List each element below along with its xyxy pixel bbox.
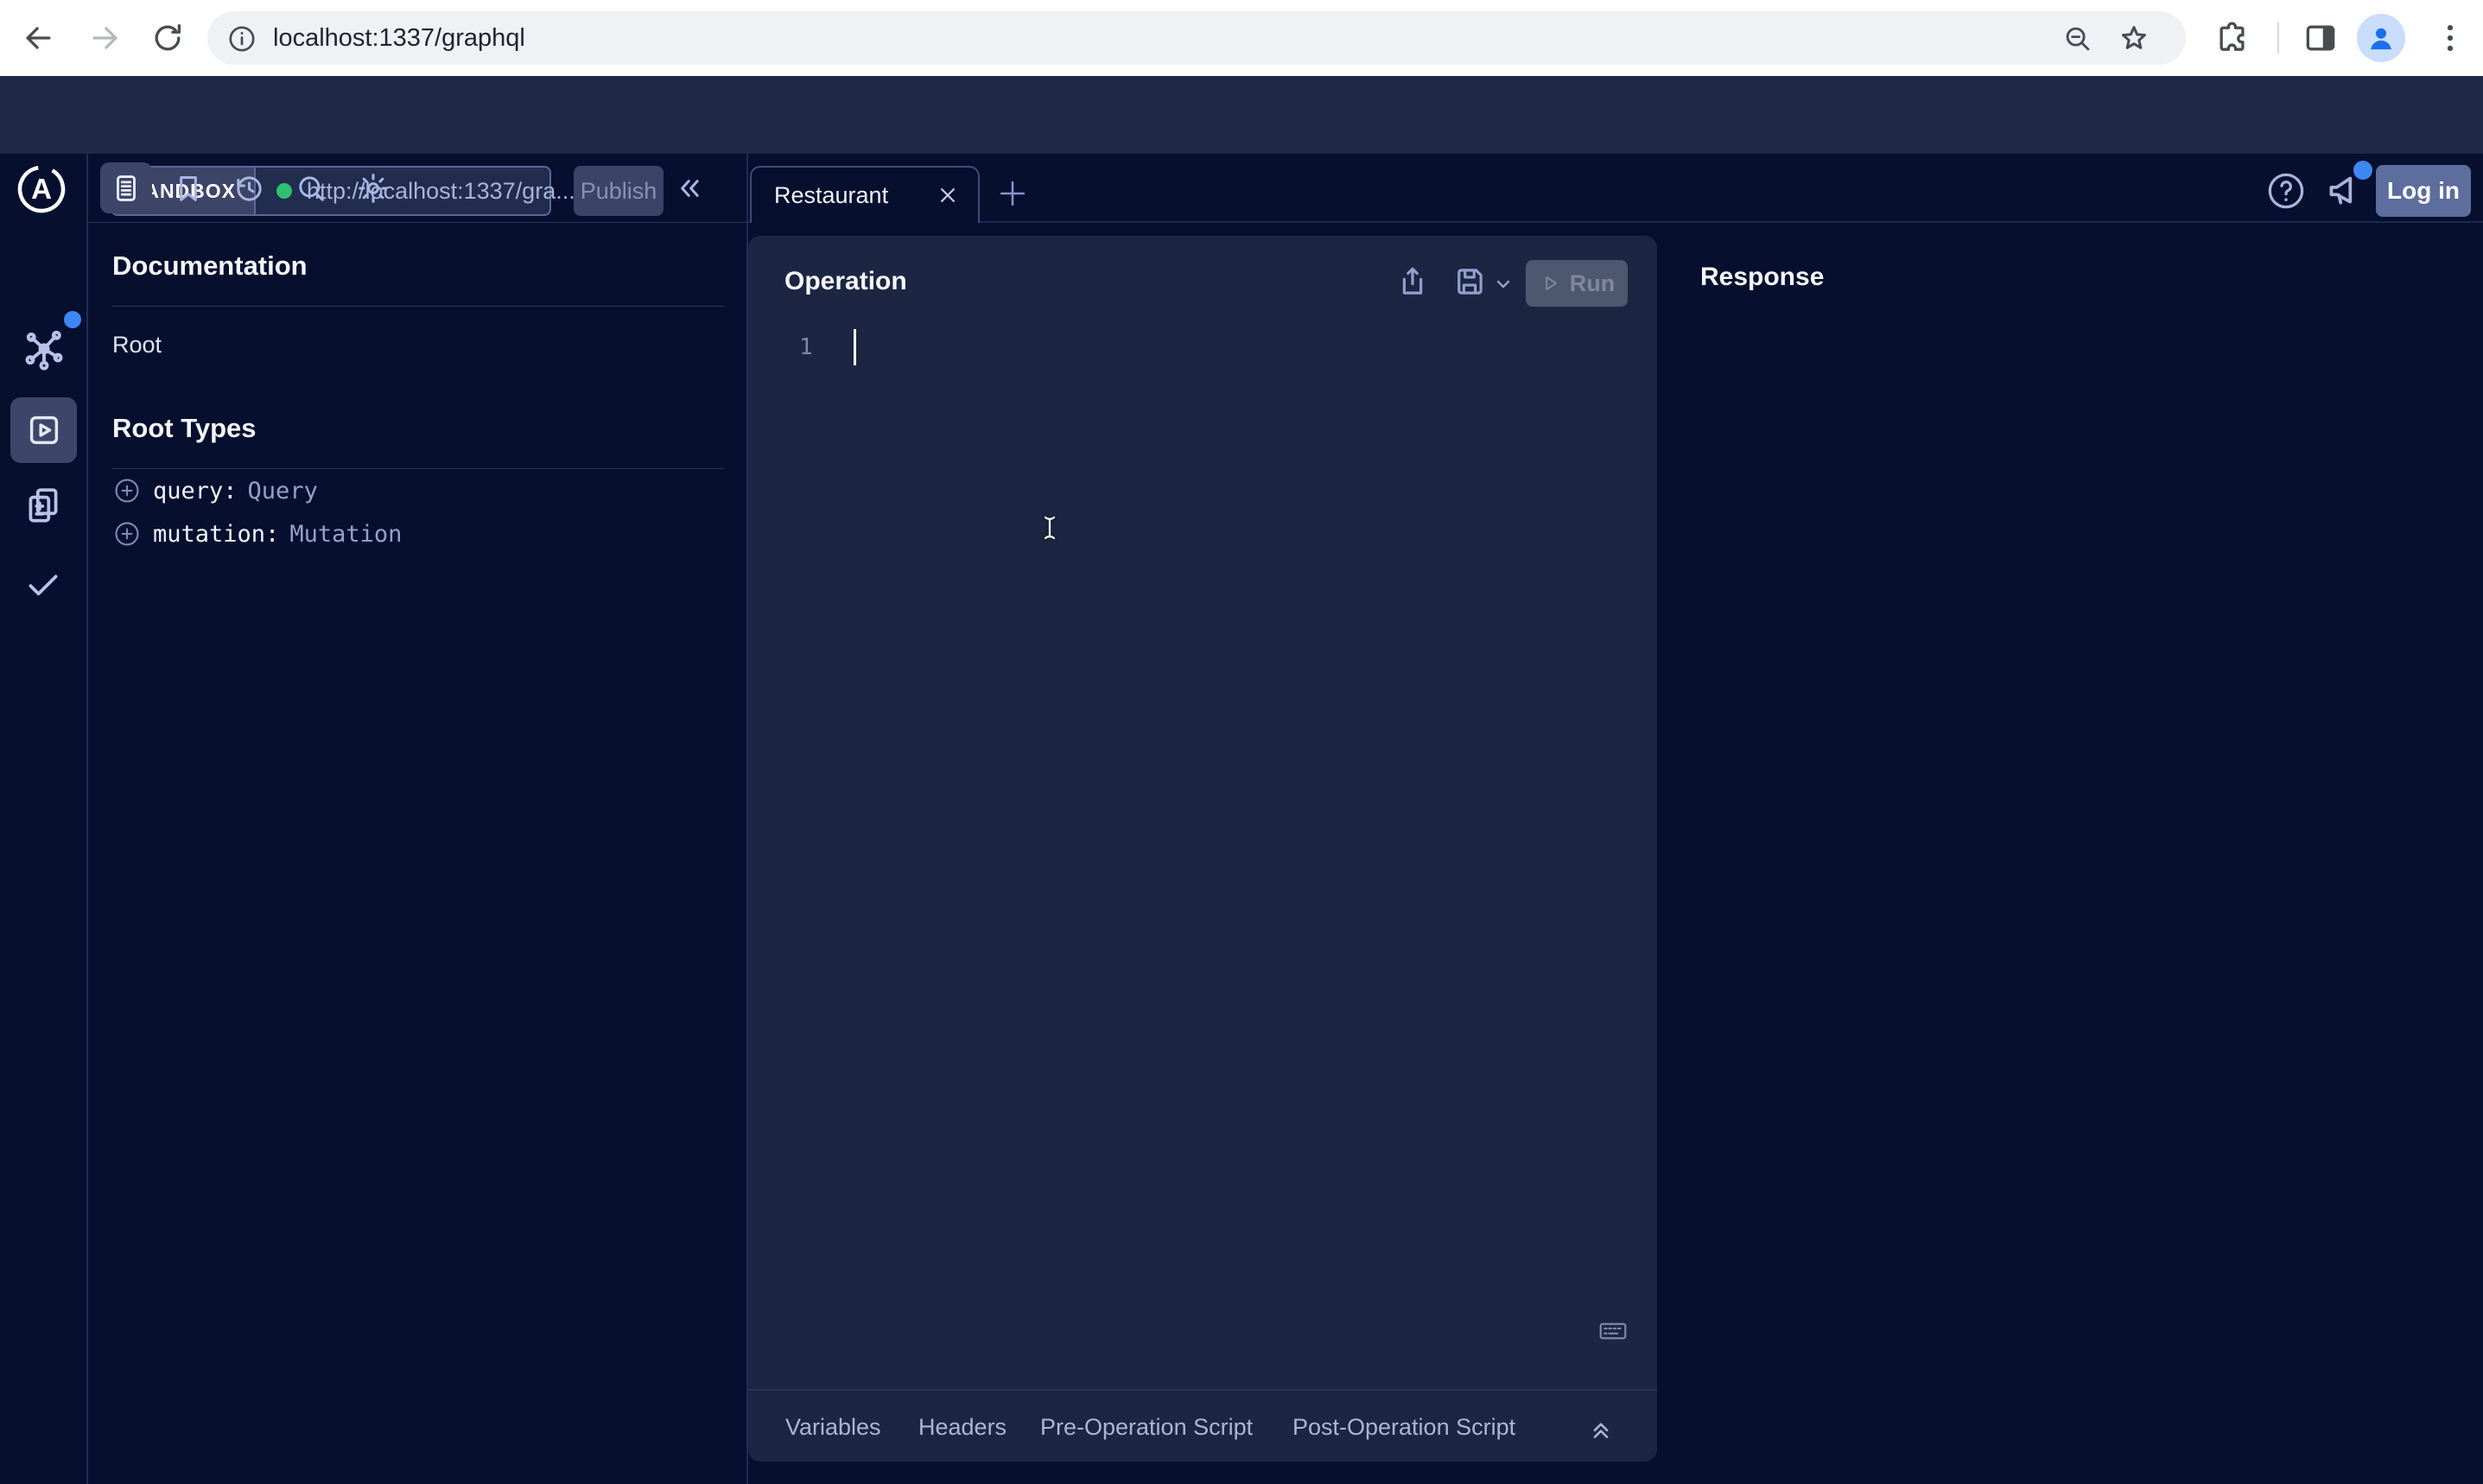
root-type-mutation-row[interactable]: mutation: Mutation [112, 515, 402, 553]
rail-item-changelog[interactable] [22, 484, 67, 529]
graph-icon [22, 328, 67, 373]
footer-tab-headers[interactable]: Headers [918, 1391, 1007, 1463]
divider [112, 306, 724, 307]
url-text: localhost:1337/graphql [273, 11, 525, 65]
login-button[interactable]: Log in [2376, 165, 2471, 217]
profile-avatar [2363, 20, 2399, 56]
type-name-link[interactable]: Mutation [289, 521, 402, 548]
browser-toolbar: localhost:1337/graphql [0, 0, 2483, 76]
run-label: Run [1570, 270, 1615, 297]
divider [112, 468, 724, 469]
new-tab-icon [994, 174, 1032, 212]
docs-title: Documentation [112, 251, 308, 282]
back-icon [19, 19, 57, 57]
share-icon [1394, 263, 1431, 300]
zoom-icon[interactable] [2061, 22, 2094, 55]
sidebar-rail [0, 154, 88, 1484]
text-cursor [1035, 503, 1064, 553]
chevrons-up-icon [1586, 1413, 1616, 1443]
forward-button[interactable] [86, 19, 124, 57]
close-icon [935, 182, 961, 208]
collapse-panel-icon [672, 171, 707, 206]
info-icon[interactable] [226, 23, 257, 54]
expand-footer-button[interactable] [1586, 1413, 1616, 1443]
rail-item-checks[interactable] [22, 563, 67, 608]
browser-menu-button[interactable] [2431, 19, 2469, 57]
tab-restaurant[interactable]: Restaurant [750, 166, 980, 223]
docs-tab-search[interactable] [294, 171, 328, 206]
bookmark-star-icon[interactable] [2117, 22, 2151, 56]
operation-panel: Operation Run 1 Variables Headers Pre-Op… [748, 236, 1657, 1462]
keyboard-shortcuts-button[interactable] [1591, 1316, 1635, 1347]
docs-toolbar [88, 154, 746, 223]
profile-button[interactable] [2357, 14, 2405, 62]
docs-tab-settings[interactable] [356, 171, 391, 206]
chevron-down-icon [1493, 274, 1514, 295]
footer-tab-pre-operation-script[interactable]: Pre-Operation Script [1040, 1391, 1253, 1463]
toolbar-divider [2277, 22, 2279, 54]
response-title: Response [1700, 263, 1824, 292]
bookmark-icon [171, 171, 206, 206]
extensions-icon [2213, 19, 2251, 57]
root-type-query-row[interactable]: query: Query [112, 472, 318, 510]
notification-dot [2353, 161, 2372, 180]
checks-icon [22, 563, 65, 606]
explorer-play-icon [24, 410, 64, 450]
close-tab-button[interactable] [935, 182, 961, 208]
plus-circle-icon[interactable] [112, 476, 142, 505]
docs-tab-bookmarks[interactable] [171, 171, 206, 206]
side-panel-button[interactable] [2302, 19, 2340, 57]
tab-label: Restaurant [774, 182, 888, 209]
tabbar-divider [748, 221, 2483, 223]
type-field-label: query: [153, 478, 238, 504]
share-operation-button[interactable] [1394, 263, 1431, 300]
help-button[interactable] [2264, 168, 2308, 213]
footer-tab-post-operation-script[interactable]: Post-Operation Script [1292, 1391, 1515, 1463]
rail-notification-dot [64, 311, 81, 328]
rail-item-schema[interactable] [22, 328, 67, 373]
save-menu-button[interactable] [1493, 274, 1529, 310]
new-tab-button[interactable] [994, 174, 1032, 212]
reload-icon [149, 19, 187, 57]
help-icon [2264, 168, 2308, 213]
collapse-panel-button[interactable] [672, 171, 707, 206]
operation-title: Operation [784, 267, 907, 296]
search-icon [294, 171, 328, 206]
app-header: A SANDBOX http://localhost:1337/gra... P… [0, 76, 2483, 154]
history-icon [232, 171, 266, 206]
url-bar[interactable]: localhost:1337/graphql [207, 11, 2186, 65]
browser-menu-icon [2431, 19, 2469, 57]
extensions-button[interactable] [2213, 19, 2251, 57]
type-field-label: mutation: [153, 521, 279, 548]
run-play-icon [1539, 272, 1561, 295]
back-button[interactable] [19, 19, 57, 57]
settings-icon [356, 171, 391, 206]
operation-editor[interactable] [783, 322, 1621, 1307]
root-types-title: Root Types [112, 413, 257, 444]
docs-tab-documentation[interactable] [100, 162, 152, 213]
keyboard-icon [1591, 1316, 1635, 1347]
rail-item-explorer[interactable] [10, 397, 77, 463]
operation-footer: Variables Headers Pre-Operation Script P… [748, 1389, 1657, 1462]
docs-tab-history[interactable] [232, 171, 266, 206]
type-name-link[interactable]: Query [248, 478, 318, 504]
save-operation-button[interactable] [1451, 263, 1488, 300]
documentation-icon [110, 172, 143, 205]
forward-icon [86, 19, 124, 57]
docs-panel: Documentation Root Root Types query: Que… [88, 154, 748, 1484]
reload-button[interactable] [149, 19, 187, 57]
docs-root-link[interactable]: Root [112, 332, 162, 358]
save-icon [1451, 263, 1488, 300]
plus-circle-icon[interactable] [112, 519, 142, 549]
side-panel-icon [2302, 19, 2340, 57]
changelog-icon [22, 484, 65, 527]
run-button[interactable]: Run [1526, 260, 1628, 307]
footer-tab-variables[interactable]: Variables [785, 1391, 881, 1463]
